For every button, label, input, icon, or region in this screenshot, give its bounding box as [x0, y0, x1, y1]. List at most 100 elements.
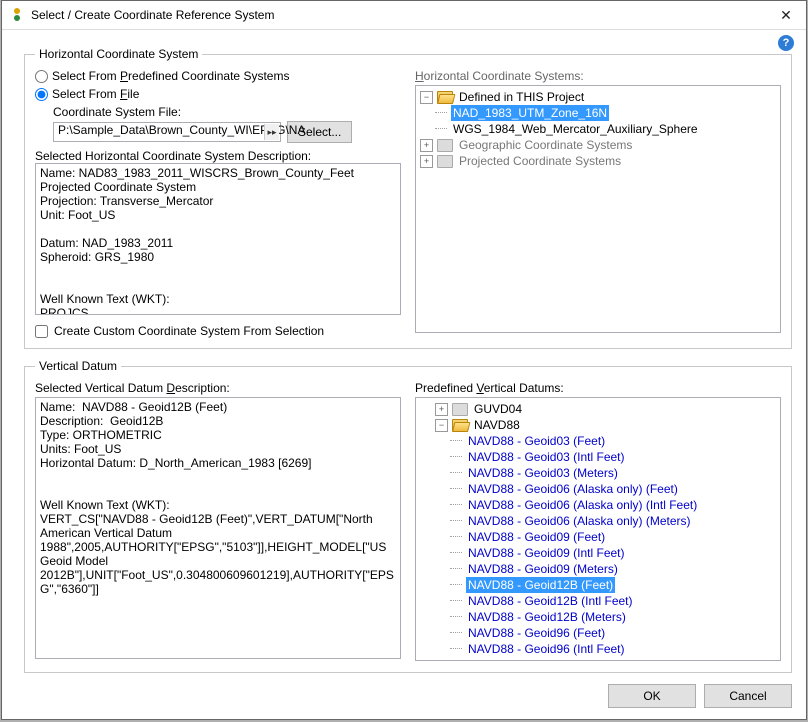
window-title: Select / Create Coordinate Reference Sys… [31, 8, 766, 22]
vtree-item-label[interactable]: NAVD88 - Geoid09 (Meters) [466, 561, 620, 577]
tree-connector-icon [450, 531, 464, 543]
dialog-window: Select / Create Coordinate Reference Sys… [1, 0, 807, 720]
vertical-right-col: Predefined Vertical Datums: + GUVD04 − NAVD… [415, 381, 781, 662]
folder-closed-icon [437, 139, 453, 152]
vtree-item-label[interactable]: NAVD88 - Geoid96 (Feet) [466, 625, 607, 641]
folder-open-icon [452, 419, 468, 432]
vtree-item-label[interactable]: NAVD88 - Geoid12B (Meters) [466, 609, 628, 625]
htree-proj[interactable]: + Projected Coordinate Systems [420, 153, 776, 169]
vtree-item[interactable]: NAVD88 - Geoid09 (Feet) [420, 529, 776, 545]
vtree-item-label[interactable]: NAVD88 - Geoid03 (Feet) [466, 433, 607, 449]
tree-connector-icon [435, 107, 449, 119]
file-path-input[interactable]: P:\Sample_Data\Brown_County_WI\EPSG\NA ▸… [53, 122, 281, 142]
tree-connector-icon [450, 579, 464, 591]
titlebar: Select / Create Coordinate Reference Sys… [2, 1, 806, 30]
vtree-item[interactable]: NAVD88 - Geoid12B (Intl Feet) [420, 593, 776, 609]
tree-connector-icon [450, 595, 464, 607]
folder-closed-icon [437, 155, 453, 168]
file-path-dropdown-icon[interactable]: ▸▸ [264, 124, 279, 140]
horizontal-right-col: Horizontal Coordinate Systems: − Defined… [415, 69, 781, 338]
collapse-icon[interactable]: − [420, 91, 433, 104]
tree-connector-icon [450, 547, 464, 559]
vertical-left-col: Selected Vertical Datum Description: [35, 381, 401, 662]
radio-file-label: Select From File [52, 87, 139, 101]
radio-file[interactable] [35, 88, 48, 101]
tree-connector-icon [450, 643, 464, 655]
vtree-item[interactable]: NAVD88 - Geoid06 (Alaska only) (Meters) [420, 513, 776, 529]
app-icon [10, 8, 24, 22]
vtree-item[interactable]: NAVD88 - Geoid12B (Feet) [420, 577, 776, 593]
htree-other-label: WGS_1984_Web_Mercator_Auxiliary_Sphere [451, 121, 700, 137]
tree-connector-icon [450, 499, 464, 511]
tree-connector-icon [450, 515, 464, 527]
vtree-item[interactable]: NAVD88 - Geoid03 (Intl Feet) [420, 449, 776, 465]
vtree-navd-label[interactable]: NAVD88 [472, 417, 522, 433]
vtree-item[interactable]: NAVD88 - Geoid09 (Meters) [420, 561, 776, 577]
vtree-item[interactable]: NAVD88 - Geoid06 (Alaska only) (Intl Fee… [420, 497, 776, 513]
tree-connector-icon [450, 451, 464, 463]
vtree-item[interactable]: NAVD88 - Geoid03 (Meters) [420, 465, 776, 481]
tree-connector-icon [435, 123, 449, 135]
vtree-item-label[interactable]: NAVD88 - Geoid09 (Intl Feet) [466, 545, 627, 561]
hdesc-text[interactable] [35, 163, 401, 315]
group-vertical-legend: Vertical Datum [35, 359, 121, 373]
htree-root[interactable]: − Defined in THIS Project [420, 89, 776, 105]
vtree-box[interactable]: +GUVD04−NAVD88NAVD88 - Geoid03 (Feet)NAV… [415, 397, 781, 661]
vtree-item-label[interactable]: NAVD88 - Geoid96 (Intl Feet) [466, 641, 627, 657]
htree-root-label: Defined in THIS Project [457, 89, 586, 105]
tree-connector-icon [450, 483, 464, 495]
htree-item-selected[interactable]: NAD_1983_UTM_Zone_16N [420, 105, 776, 121]
vtree-item-label[interactable]: NAVD88 - Geoid12B (Intl Feet) [466, 593, 635, 609]
expand-icon[interactable]: + [435, 403, 448, 416]
vdesc-label: Selected Vertical Datum Description: [35, 381, 401, 395]
tree-connector-icon [450, 435, 464, 447]
vtree-item[interactable]: NAVD88 - Geoid96 (Feet) [420, 625, 776, 641]
vtree-item[interactable]: NAVD88 - Geoid96 (Meters) [420, 657, 776, 661]
group-horizontal-legend: Horizontal Coordinate System [35, 47, 202, 61]
vtree-item-label[interactable]: NAVD88 - Geoid03 (Intl Feet) [466, 449, 627, 465]
vtree-item-label[interactable]: NAVD88 - Geoid06 (Alaska only) (Feet) [466, 481, 680, 497]
dialog-body: Horizontal Coordinate System Select From… [2, 29, 806, 673]
tree-connector-icon [450, 563, 464, 575]
folder-closed-icon [452, 403, 468, 416]
file-label: Coordinate System File: [53, 105, 401, 119]
vdesc-text[interactable] [35, 397, 401, 659]
tree-connector-icon [450, 467, 464, 479]
vtree-item[interactable]: NAVD88 - Geoid12B (Meters) [420, 609, 776, 625]
vtree-item-label[interactable]: NAVD88 - Geoid12B (Feet) [466, 577, 615, 593]
vtree-item-label[interactable]: NAVD88 - Geoid96 (Meters) [466, 657, 620, 661]
horizontal-left-col: Select From Predefined Coordinate System… [35, 69, 401, 338]
dialog-footer: OK Cancel [2, 673, 806, 719]
htree-selected-label: NAD_1983_UTM_Zone_16N [451, 105, 609, 121]
create-custom-label: Create Custom Coordinate System From Sel… [54, 324, 324, 338]
ok-button[interactable]: OK [608, 684, 696, 708]
create-custom-checkbox[interactable] [35, 325, 48, 338]
tree-connector-icon [450, 611, 464, 623]
htree-box[interactable]: − Defined in THIS Project NAD_1983_UTM_Z… [415, 85, 781, 333]
vtree-item-label[interactable]: NAVD88 - Geoid06 (Alaska only) (Meters) [466, 513, 693, 529]
htree-item-other[interactable]: WGS_1984_Web_Mercator_Auxiliary_Sphere [420, 121, 776, 137]
close-button[interactable]: ✕ [766, 1, 806, 29]
htree-proj-label: Projected Coordinate Systems [457, 153, 623, 169]
expand-icon[interactable]: + [420, 155, 433, 168]
expand-icon[interactable]: + [420, 139, 433, 152]
vtree-item[interactable]: NAVD88 - Geoid96 (Intl Feet) [420, 641, 776, 657]
htree-geo[interactable]: + Geographic Coordinate Systems [420, 137, 776, 153]
vtree-item[interactable]: NAVD88 - Geoid03 (Feet) [420, 433, 776, 449]
radio-predefined[interactable] [35, 70, 48, 83]
vtree-item-label[interactable]: NAVD88 - Geoid09 (Feet) [466, 529, 607, 545]
vtree-item-label[interactable]: NAVD88 - Geoid03 (Meters) [466, 465, 620, 481]
radio-file-row[interactable]: Select From File [35, 87, 401, 101]
cancel-button[interactable]: Cancel [704, 684, 792, 708]
folder-open-icon [437, 91, 453, 104]
radio-predefined-label: Select From Predefined Coordinate System… [52, 69, 289, 83]
vtree-item[interactable]: NAVD88 - Geoid09 (Intl Feet) [420, 545, 776, 561]
vtree-item-label[interactable]: NAVD88 - Geoid06 (Alaska only) (Intl Fee… [466, 497, 699, 513]
vtree-item[interactable]: NAVD88 - Geoid06 (Alaska only) (Feet) [420, 481, 776, 497]
tree-connector-icon [450, 659, 464, 661]
collapse-icon[interactable]: − [435, 419, 448, 432]
radio-predefined-row[interactable]: Select From Predefined Coordinate System… [35, 69, 401, 83]
vtree-guvd-label[interactable]: GUVD04 [472, 401, 524, 417]
vtree-header: Predefined Vertical Datums: [415, 381, 781, 395]
group-horizontal: Horizontal Coordinate System Select From… [24, 47, 792, 349]
